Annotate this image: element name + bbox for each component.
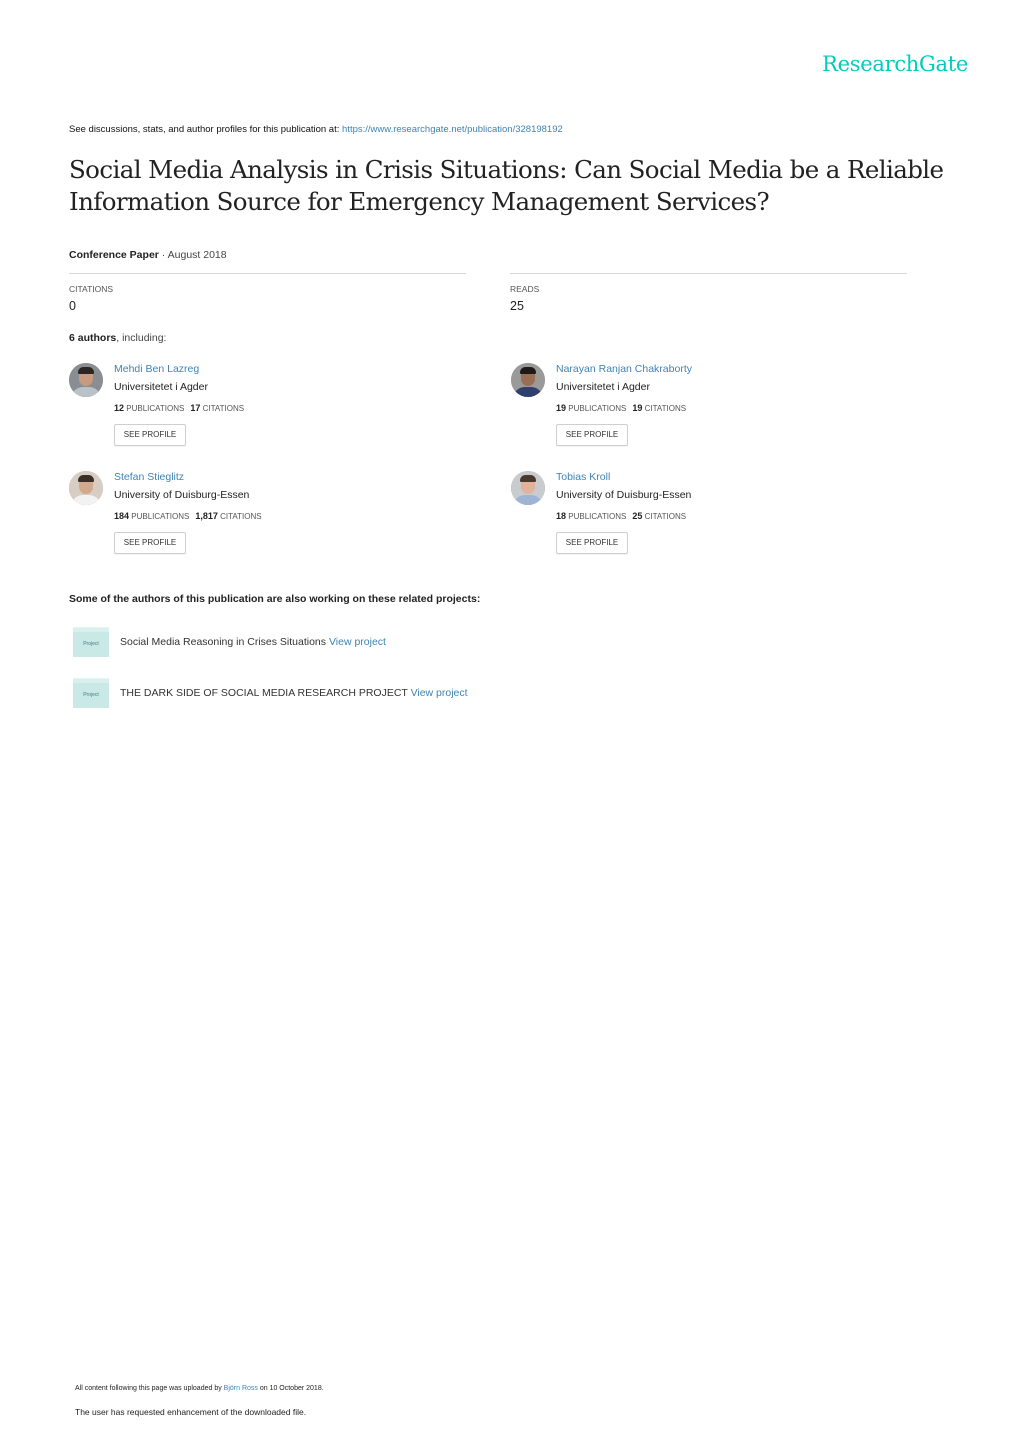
author-institution: Universitetet i Agder bbox=[556, 381, 650, 393]
author-publications-count: 184 bbox=[114, 511, 130, 521]
view-project-link[interactable]: View project bbox=[411, 687, 468, 699]
author-name-link[interactable]: Narayan Ranjan Chakraborty bbox=[556, 363, 692, 375]
author-avatar[interactable] bbox=[511, 471, 545, 505]
reads-value: 25 bbox=[510, 299, 524, 313]
author-citations-count: 19 bbox=[632, 403, 643, 413]
see-profile-button[interactable]: SEE PROFILE bbox=[114, 424, 186, 446]
divider-citations bbox=[69, 273, 466, 274]
project-folder-icon: Project bbox=[73, 627, 109, 657]
see-profile-button[interactable]: SEE PROFILE bbox=[556, 424, 628, 446]
authors-count: 6 authors bbox=[69, 332, 117, 344]
author-citations-count: 17 bbox=[190, 403, 201, 413]
upload-suffix: on 10 October 2018. bbox=[257, 1385, 324, 1392]
publications-label: PUBLICATIONS bbox=[568, 512, 627, 521]
publications-label: PUBLICATIONS bbox=[131, 512, 190, 521]
publication-title: Social Media Analysis in Crisis Situatio… bbox=[69, 155, 944, 216]
author-avatar[interactable] bbox=[69, 363, 103, 397]
author-stats: 19 PUBLICATIONS 19 CITATIONS bbox=[556, 403, 686, 413]
author-citations-count: 1,817 bbox=[195, 511, 218, 521]
uploader-link[interactable]: Björn Ross bbox=[224, 1385, 258, 1392]
author-name-link[interactable]: Tobias Kroll bbox=[556, 471, 610, 483]
author-name-link[interactable]: Stefan Stieglitz bbox=[114, 471, 184, 483]
publication-date: August 2018 bbox=[167, 249, 227, 261]
author-avatar[interactable] bbox=[69, 471, 103, 505]
see-profile-button[interactable]: SEE PROFILE bbox=[114, 532, 186, 554]
project-item: Project THE DARK SIDE OF SOCIAL MEDIA RE… bbox=[73, 678, 573, 708]
enhancement-note: The user has requested enhancement of th… bbox=[75, 1407, 307, 1417]
project-line: Social Media Reasoning in Crises Situati… bbox=[120, 636, 386, 648]
author-institution: Universitetet i Agder bbox=[114, 381, 208, 393]
citations-label: CITATIONS bbox=[69, 284, 114, 294]
upload-note: All content following this page was uplo… bbox=[75, 1385, 324, 1392]
project-folder-icon: Project bbox=[73, 678, 109, 708]
divider-reads bbox=[510, 273, 907, 274]
publications-label: PUBLICATIONS bbox=[568, 404, 627, 413]
project-line: THE DARK SIDE OF SOCIAL MEDIA RESEARCH P… bbox=[120, 687, 468, 699]
project-title: Social Media Reasoning in Crises Situati… bbox=[120, 636, 327, 648]
publication-url-link[interactable]: https://www.researchgate.net/publication… bbox=[342, 124, 563, 135]
citations-label: CITATIONS bbox=[644, 512, 687, 521]
citations-label: CITATIONS bbox=[220, 512, 262, 521]
publication-type: Conference Paper bbox=[69, 249, 159, 261]
authors-summary: 6 authors, including: bbox=[69, 332, 166, 344]
see-profile-button[interactable]: SEE PROFILE bbox=[556, 532, 628, 554]
author-card: Mehdi Ben Lazreg Universitetet i Agder 1… bbox=[69, 363, 449, 459]
author-stats: 18 PUBLICATIONS 25 CITATIONS bbox=[556, 511, 686, 521]
related-projects-heading: Some of the authors of this publication … bbox=[69, 593, 481, 605]
publication-meta: Conference Paper · August 2018 bbox=[69, 249, 227, 261]
author-publications-count: 18 bbox=[556, 511, 567, 521]
project-title: THE DARK SIDE OF SOCIAL MEDIA RESEARCH P… bbox=[120, 687, 408, 699]
reads-label: READS bbox=[510, 284, 540, 294]
author-institution: University of Duisburg-Essen bbox=[114, 489, 250, 501]
meta-separator: · bbox=[158, 249, 168, 261]
citations-label: CITATIONS bbox=[644, 404, 687, 413]
citations-value: 0 bbox=[69, 299, 76, 313]
author-card: Tobias Kroll University of Duisburg-Esse… bbox=[511, 471, 891, 567]
author-avatar[interactable] bbox=[511, 363, 545, 397]
authors-suffix: , including: bbox=[116, 332, 167, 344]
author-institution: University of Duisburg-Essen bbox=[556, 489, 692, 501]
author-publications-count: 19 bbox=[556, 403, 567, 413]
see-line-text: See discussions, stats, and author profi… bbox=[69, 124, 343, 135]
project-icon-label: Project bbox=[73, 683, 109, 708]
publications-label: PUBLICATIONS bbox=[126, 404, 185, 413]
author-citations-count: 25 bbox=[632, 511, 643, 521]
project-item: Project Social Media Reasoning in Crises… bbox=[73, 627, 573, 657]
project-icon-label: Project bbox=[73, 632, 109, 657]
author-card: Stefan Stieglitz University of Duisburg-… bbox=[69, 471, 449, 567]
publication-info-line: See discussions, stats, and author profi… bbox=[69, 124, 563, 135]
author-name-link[interactable]: Mehdi Ben Lazreg bbox=[114, 363, 199, 375]
author-stats: 12 PUBLICATIONS 17 CITATIONS bbox=[114, 403, 244, 413]
upload-prefix: All content following this page was uplo… bbox=[75, 1385, 224, 1392]
researchgate-logo[interactable]: ResearchGate bbox=[822, 52, 968, 76]
view-project-link[interactable]: View project bbox=[329, 636, 386, 648]
author-card: Narayan Ranjan Chakraborty Universitetet… bbox=[511, 363, 891, 459]
author-stats: 184 PUBLICATIONS 1,817 CITATIONS bbox=[114, 511, 262, 521]
author-publications-count: 12 bbox=[114, 403, 125, 413]
citations-label: CITATIONS bbox=[202, 404, 245, 413]
